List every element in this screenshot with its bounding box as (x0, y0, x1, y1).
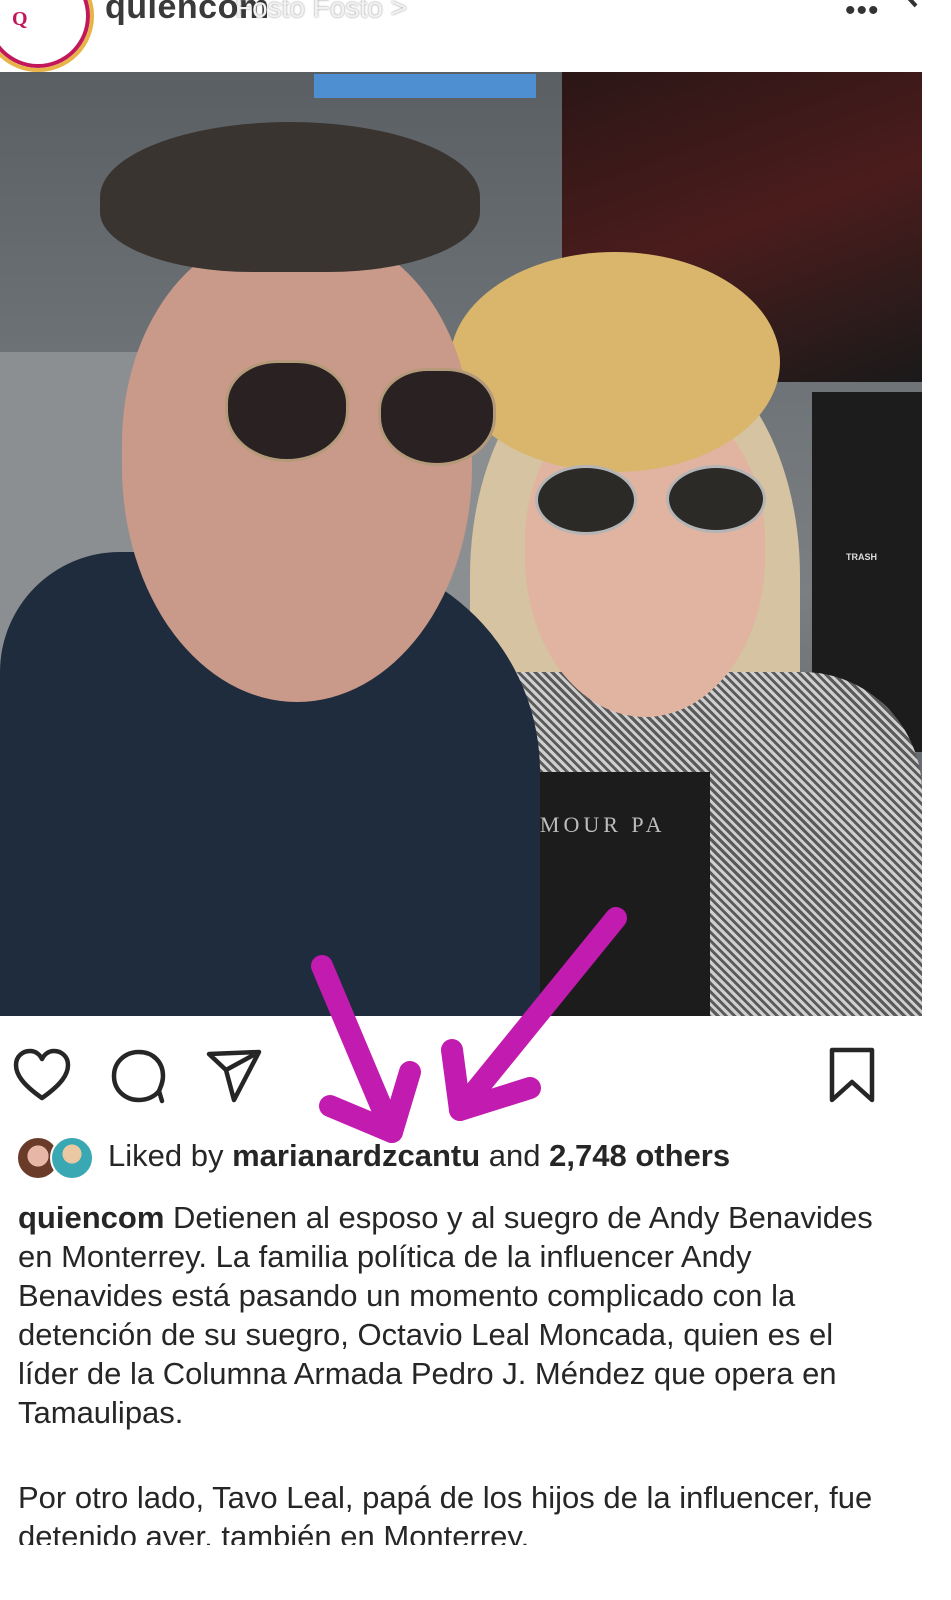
audio-label[interactable]: Fosto Fosto > (235, 0, 407, 24)
liker-avatar[interactable] (50, 1136, 94, 1180)
post-caption: quiencom Detienen al esposo y al suegro … (18, 1198, 898, 1556)
likes-prefix: Liked by (108, 1138, 224, 1173)
man-sunglasses-left (225, 360, 349, 462)
share-button[interactable] (204, 1046, 264, 1106)
man-sunglasses-right (378, 368, 496, 466)
liker-username[interactable]: marianardzcantu (232, 1138, 480, 1173)
caption-paragraph-1: quiencom Detienen al esposo y al suegro … (18, 1198, 898, 1432)
likes-text: Liked by marianardzcantu and 2,748 other… (108, 1138, 730, 1174)
woman-sunglasses-left (535, 465, 637, 535)
arrow-right-head (441, 1039, 541, 1121)
save-button[interactable] (822, 1046, 882, 1106)
logo-text: Q (12, 8, 28, 30)
likes-row: Liked by marianardzcantu and 2,748 other… (16, 1134, 916, 1182)
story-header: Q quiencom Fosto Fosto > ••• (0, 0, 951, 72)
comment-icon (111, 1049, 166, 1104)
tshirt-print: AMOUR PA (520, 812, 666, 837)
bottom-clip (0, 1545, 951, 1600)
building-sign (314, 74, 536, 98)
account-avatar[interactable]: Q (0, 0, 94, 72)
comment-button[interactable] (108, 1046, 168, 1106)
like-button[interactable] (12, 1046, 72, 1106)
likes-count[interactable]: 2,748 others (549, 1138, 730, 1173)
likes-middle: and (488, 1138, 541, 1173)
post-photo: TRASH AMOUR PA (0, 72, 922, 1016)
caption-username[interactable]: quiencom (18, 1200, 164, 1235)
man-face (122, 232, 472, 702)
heart-icon (13, 1048, 71, 1101)
man-hair (100, 122, 480, 272)
woman-beret (450, 252, 780, 472)
arrow-left-head (319, 1061, 421, 1143)
bookmark-icon (829, 1047, 875, 1103)
more-icon[interactable]: ••• (845, 0, 880, 28)
close-icon[interactable] (888, 0, 928, 14)
woman-sunglasses-right (666, 465, 766, 533)
paper-plane-icon (206, 1049, 262, 1103)
bin-label: TRASH (846, 552, 877, 562)
